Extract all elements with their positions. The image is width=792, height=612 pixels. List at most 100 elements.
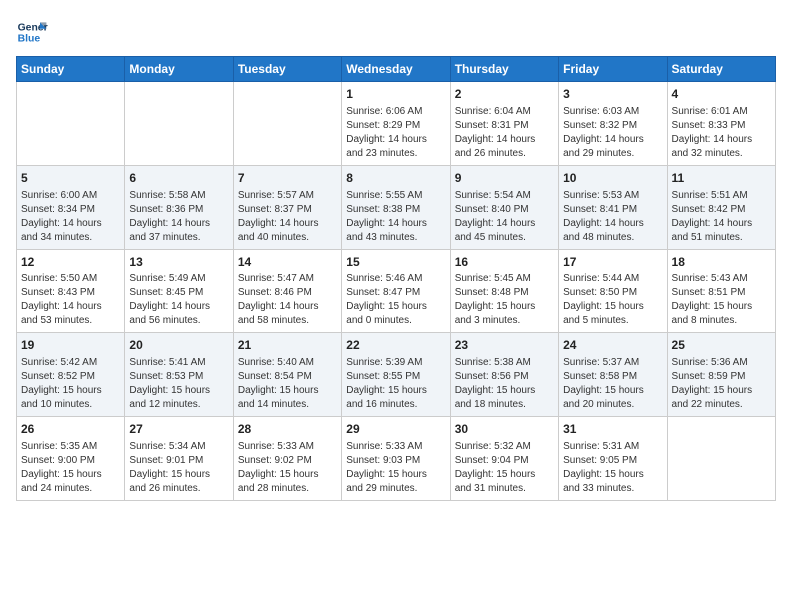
calendar-cell: 8 Sunrise: 5:55 AM Sunset: 8:38 PM Daylig… — [342, 165, 450, 249]
day-number: 4 — [672, 86, 771, 103]
day-number: 14 — [238, 254, 337, 271]
calendar-cell: 21 Sunrise: 5:40 AM Sunset: 8:54 PM Dayli… — [233, 333, 341, 417]
day-info: Sunrise: 5:42 AM Sunset: 8:52 PM Dayligh… — [21, 356, 120, 412]
day-number: 8 — [346, 170, 445, 187]
day-number: 5 — [21, 170, 120, 187]
day-info: Sunrise: 5:35 AM Sunset: 9:00 PM Dayligh… — [21, 440, 120, 496]
calendar-cell: 13Sunrise: 5:49 AM Sunset: 8:45 PM Dayli… — [125, 249, 233, 333]
calendar-cell: 9 Sunrise: 5:54 AM Sunset: 8:40 PM Daylig… — [450, 165, 558, 249]
calendar-cell: 3 Sunrise: 6:03 AM Sunset: 8:32 PM Daylig… — [559, 82, 667, 166]
day-info: Sunrise: 6:00 AM Sunset: 8:34 PM Dayligh… — [21, 189, 120, 245]
week-row-3: 12Sunrise: 5:50 AM Sunset: 8:43 PM Dayli… — [17, 249, 776, 333]
logo: General Blue — [16, 16, 48, 48]
day-info: Sunrise: 5:36 AM Sunset: 8:59 PM Dayligh… — [672, 356, 771, 412]
day-info: Sunrise: 5:47 AM Sunset: 8:46 PM Dayligh… — [238, 272, 337, 328]
day-number: 6 — [129, 170, 228, 187]
day-info: Sunrise: 5:32 AM Sunset: 9:04 PM Dayligh… — [455, 440, 554, 496]
weekday-header-sunday: Sunday — [17, 57, 125, 82]
day-number: 9 — [455, 170, 554, 187]
calendar-cell: 10 Sunrise: 5:53 AM Sunset: 8:41 PM Dayli… — [559, 165, 667, 249]
calendar-cell: 26 Sunrise: 5:35 AM Sunset: 9:00 PM Dayli… — [17, 417, 125, 501]
calendar-cell: 20Sunrise: 5:41 AM Sunset: 8:53 PM Dayli… — [125, 333, 233, 417]
day-info: Sunrise: 5:33 AM Sunset: 9:02 PM Dayligh… — [238, 440, 337, 496]
day-number: 20 — [129, 337, 228, 354]
calendar-cell: 24 Sunrise: 5:37 AM Sunset: 8:58 PM Dayli… — [559, 333, 667, 417]
day-number: 16 — [455, 254, 554, 271]
calendar-cell: 1 Sunrise: 6:06 AM Sunset: 8:29 PM Daylig… — [342, 82, 450, 166]
day-number: 18 — [672, 254, 771, 271]
day-number: 26 — [21, 421, 120, 438]
day-info: Sunrise: 6:03 AM Sunset: 8:32 PM Dayligh… — [563, 105, 662, 161]
weekday-header-wednesday: Wednesday — [342, 57, 450, 82]
calendar-cell: 17Sunrise: 5:44 AM Sunset: 8:50 PM Dayli… — [559, 249, 667, 333]
day-info: Sunrise: 5:51 AM Sunset: 8:42 PM Dayligh… — [672, 189, 771, 245]
week-row-1: 1 Sunrise: 6:06 AM Sunset: 8:29 PM Daylig… — [17, 82, 776, 166]
week-row-4: 19 Sunrise: 5:42 AM Sunset: 8:52 PM Dayli… — [17, 333, 776, 417]
day-info: Sunrise: 5:31 AM Sunset: 9:05 PM Dayligh… — [563, 440, 662, 496]
calendar-cell: 27 Sunrise: 5:34 AM Sunset: 9:01 PM Dayli… — [125, 417, 233, 501]
calendar-cell: 6Sunrise: 5:58 AM Sunset: 8:36 PM Daylig… — [125, 165, 233, 249]
calendar-cell: 16Sunrise: 5:45 AM Sunset: 8:48 PM Dayli… — [450, 249, 558, 333]
calendar-cell — [667, 417, 775, 501]
day-info: Sunrise: 6:06 AM Sunset: 8:29 PM Dayligh… — [346, 105, 445, 161]
day-number: 12 — [21, 254, 120, 271]
weekday-header-friday: Friday — [559, 57, 667, 82]
calendar-cell: 28 Sunrise: 5:33 AM Sunset: 9:02 PM Dayli… — [233, 417, 341, 501]
day-number: 23 — [455, 337, 554, 354]
day-info: Sunrise: 5:33 AM Sunset: 9:03 PM Dayligh… — [346, 440, 445, 496]
calendar-cell: 25 Sunrise: 5:36 AM Sunset: 8:59 PM Dayli… — [667, 333, 775, 417]
day-number: 21 — [238, 337, 337, 354]
day-number: 31 — [563, 421, 662, 438]
day-number: 28 — [238, 421, 337, 438]
day-number: 15 — [346, 254, 445, 271]
day-info: Sunrise: 5:40 AM Sunset: 8:54 PM Dayligh… — [238, 356, 337, 412]
calendar-cell: 4 Sunrise: 6:01 AM Sunset: 8:33 PM Daylig… — [667, 82, 775, 166]
day-info: Sunrise: 5:38 AM Sunset: 8:56 PM Dayligh… — [455, 356, 554, 412]
calendar-cell: 5 Sunrise: 6:00 AM Sunset: 8:34 PM Daylig… — [17, 165, 125, 249]
day-number: 22 — [346, 337, 445, 354]
calendar-cell: 12Sunrise: 5:50 AM Sunset: 8:43 PM Dayli… — [17, 249, 125, 333]
day-number: 19 — [21, 337, 120, 354]
day-number: 3 — [563, 86, 662, 103]
day-number: 25 — [672, 337, 771, 354]
calendar-cell: 15Sunrise: 5:46 AM Sunset: 8:47 PM Dayli… — [342, 249, 450, 333]
day-info: Sunrise: 5:37 AM Sunset: 8:58 PM Dayligh… — [563, 356, 662, 412]
day-info: Sunrise: 5:34 AM Sunset: 9:01 PM Dayligh… — [129, 440, 228, 496]
day-info: Sunrise: 5:55 AM Sunset: 8:38 PM Dayligh… — [346, 189, 445, 245]
day-number: 10 — [563, 170, 662, 187]
day-number: 11 — [672, 170, 771, 187]
weekday-header-thursday: Thursday — [450, 57, 558, 82]
calendar-cell: 31 Sunrise: 5:31 AM Sunset: 9:05 PM Dayli… — [559, 417, 667, 501]
day-number: 24 — [563, 337, 662, 354]
day-number: 17 — [563, 254, 662, 271]
calendar-cell: 23 Sunrise: 5:38 AM Sunset: 8:56 PM Dayli… — [450, 333, 558, 417]
logo-icon: General Blue — [16, 16, 48, 48]
day-info: Sunrise: 5:54 AM Sunset: 8:40 PM Dayligh… — [455, 189, 554, 245]
calendar-cell: 18Sunrise: 5:43 AM Sunset: 8:51 PM Dayli… — [667, 249, 775, 333]
day-info: Sunrise: 6:01 AM Sunset: 8:33 PM Dayligh… — [672, 105, 771, 161]
weekday-header-row: SundayMondayTuesdayWednesdayThursdayFrid… — [17, 57, 776, 82]
calendar-cell: 19 Sunrise: 5:42 AM Sunset: 8:52 PM Dayli… — [17, 333, 125, 417]
day-info: Sunrise: 5:43 AM Sunset: 8:51 PM Dayligh… — [672, 272, 771, 328]
day-info: Sunrise: 5:49 AM Sunset: 8:45 PM Dayligh… — [129, 272, 228, 328]
calendar-cell: 11 Sunrise: 5:51 AM Sunset: 8:42 PM Dayli… — [667, 165, 775, 249]
day-number: 27 — [129, 421, 228, 438]
day-info: Sunrise: 5:53 AM Sunset: 8:41 PM Dayligh… — [563, 189, 662, 245]
day-number: 13 — [129, 254, 228, 271]
day-info: Sunrise: 5:44 AM Sunset: 8:50 PM Dayligh… — [563, 272, 662, 328]
week-row-2: 5 Sunrise: 6:00 AM Sunset: 8:34 PM Daylig… — [17, 165, 776, 249]
day-number: 7 — [238, 170, 337, 187]
calendar-cell — [125, 82, 233, 166]
calendar-cell: 2 Sunrise: 6:04 AM Sunset: 8:31 PM Daylig… — [450, 82, 558, 166]
day-number: 30 — [455, 421, 554, 438]
calendar-cell — [233, 82, 341, 166]
day-info: Sunrise: 6:04 AM Sunset: 8:31 PM Dayligh… — [455, 105, 554, 161]
day-number: 1 — [346, 86, 445, 103]
page-header: General Blue — [16, 16, 776, 48]
svg-text:Blue: Blue — [18, 34, 41, 45]
day-number: 2 — [455, 86, 554, 103]
day-info: Sunrise: 5:46 AM Sunset: 8:47 PM Dayligh… — [346, 272, 445, 328]
calendar-table: SundayMondayTuesdayWednesdayThursdayFrid… — [16, 56, 776, 501]
calendar-cell: 7Sunrise: 5:57 AM Sunset: 8:37 PM Daylig… — [233, 165, 341, 249]
day-info: Sunrise: 5:45 AM Sunset: 8:48 PM Dayligh… — [455, 272, 554, 328]
